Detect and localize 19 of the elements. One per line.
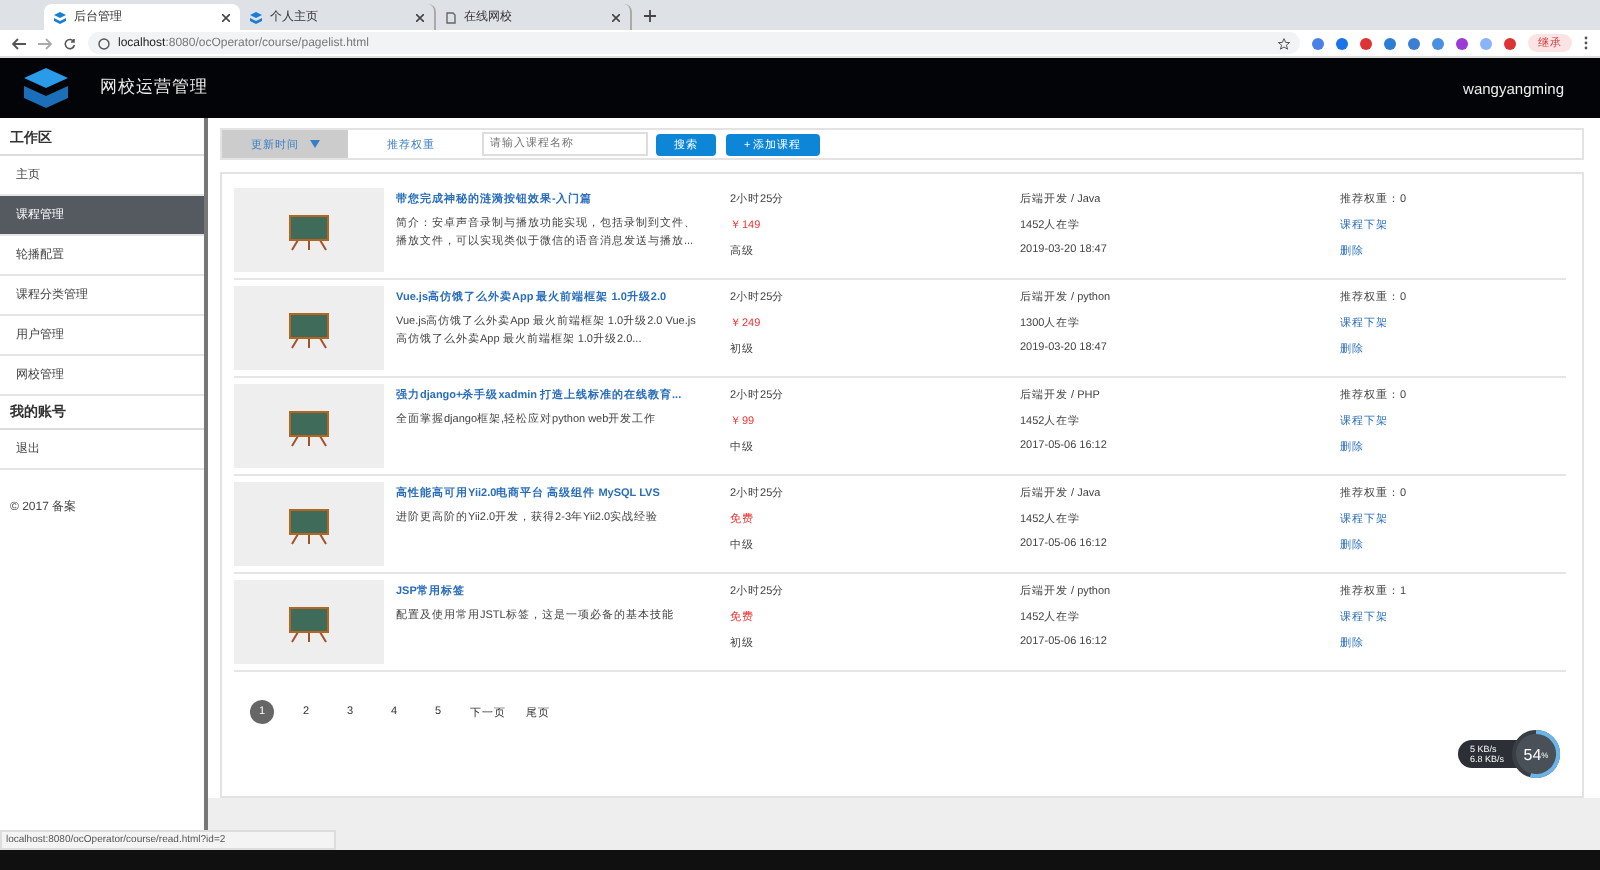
- chalkboard-icon: [289, 313, 329, 349]
- close-icon[interactable]: [612, 13, 620, 21]
- caret-icon: [309, 140, 319, 148]
- cube-logo-icon: [24, 68, 68, 108]
- chalkboard-icon: [289, 215, 329, 251]
- close-icon[interactable]: [222, 13, 230, 21]
- reload-icon[interactable]: [64, 37, 76, 49]
- chalkboard-icon: [289, 607, 329, 643]
- chalkboard-icon: [289, 509, 329, 545]
- cube-icon: [54, 11, 66, 23]
- page-icon: [446, 11, 456, 23]
- close-icon[interactable]: [416, 13, 424, 21]
- chalkboard-icon: [289, 411, 329, 447]
- star-icon[interactable]: [1278, 37, 1290, 49]
- cube-icon: [250, 11, 262, 23]
- back-icon[interactable]: [12, 37, 26, 49]
- new-tab-icon[interactable]: [644, 10, 656, 22]
- info-icon[interactable]: [98, 37, 110, 49]
- app-title: 网校运营管理: [100, 76, 210, 100]
